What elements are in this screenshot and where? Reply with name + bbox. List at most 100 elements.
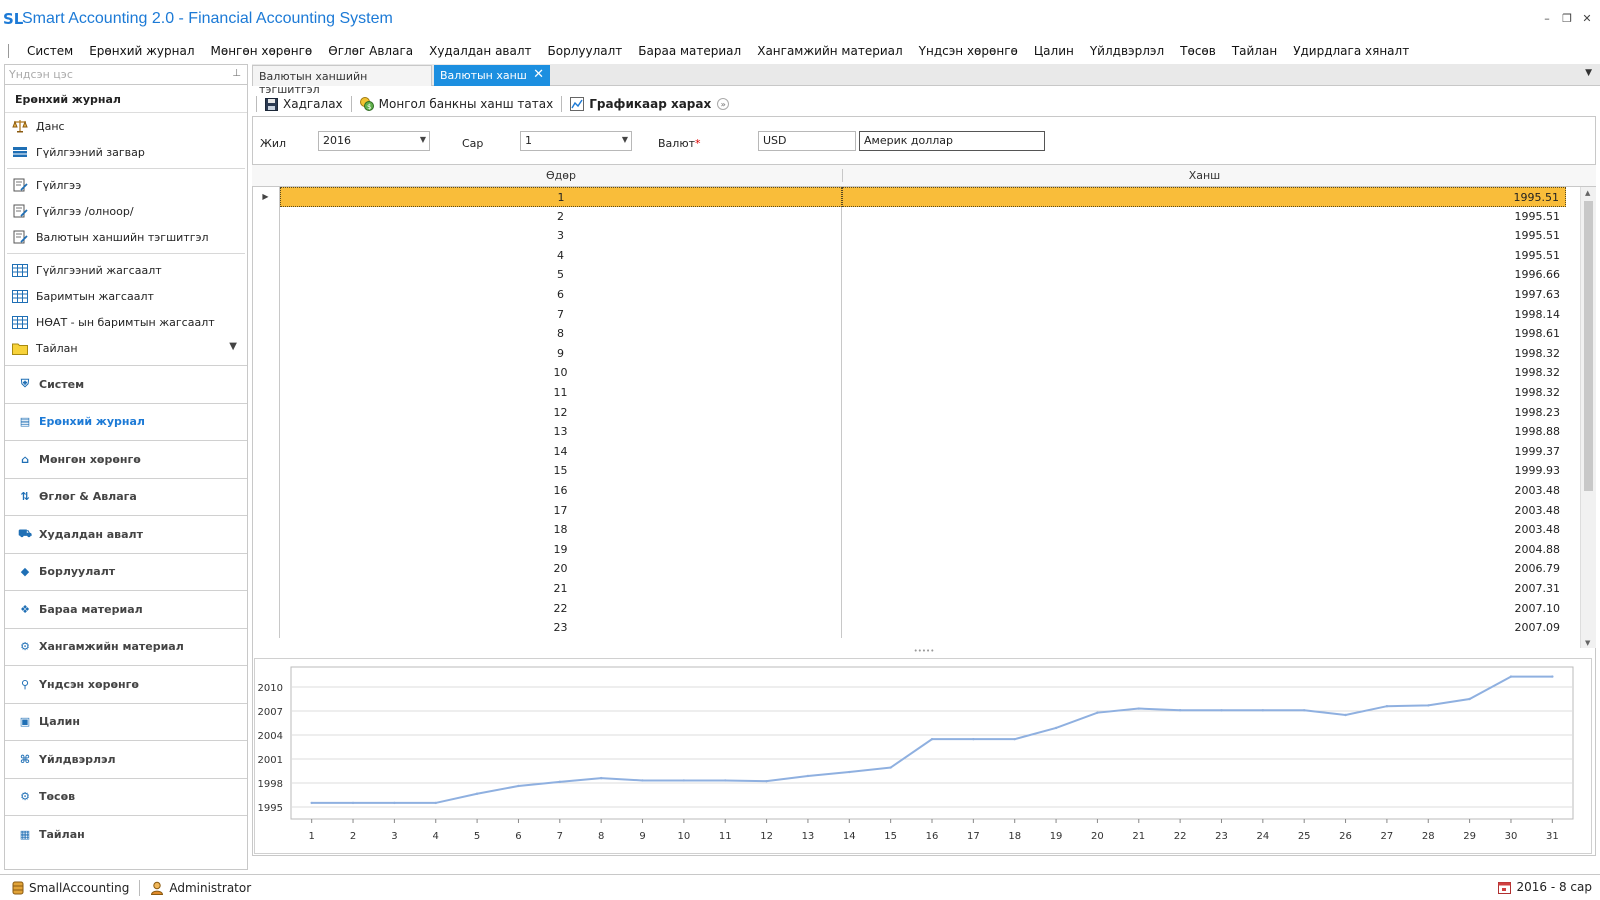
grid-scrollbar[interactable]: ▲ ▼: [1580, 187, 1596, 648]
fetch-rates-button[interactable]: $ Монгол банкны ханш татах: [359, 97, 553, 111]
cell-day[interactable]: 18: [280, 520, 842, 541]
table-row[interactable]: 3 1995.51: [252, 226, 1596, 247]
row-indicator[interactable]: [252, 226, 280, 247]
period-status[interactable]: 2016 - 8 сар: [1498, 880, 1592, 894]
cell-rate[interactable]: 1996.66: [842, 265, 1566, 285]
row-indicator[interactable]: [252, 441, 280, 462]
cell-day[interactable]: 1: [280, 187, 842, 207]
currency-code-field[interactable]: USD: [758, 131, 856, 151]
cell-rate[interactable]: 2003.48: [842, 501, 1566, 521]
restore-icon[interactable]: ❐: [1562, 12, 1572, 25]
column-header-day[interactable]: Өдөр: [280, 169, 842, 182]
row-indicator[interactable]: [252, 598, 280, 619]
currency-name-field[interactable]: Америк доллар: [859, 131, 1045, 151]
row-indicator[interactable]: [252, 539, 280, 560]
table-row[interactable]: ▶ 1 1995.51: [252, 187, 1596, 207]
row-indicator[interactable]: [252, 618, 280, 639]
left-panel-item[interactable]: Гүйлгээний загвар: [5, 139, 247, 165]
view-chart-button[interactable]: Графикаар харах »: [570, 97, 730, 111]
menu-item[interactable]: Бараа материал: [630, 44, 749, 58]
table-row[interactable]: 11 1998.32: [252, 383, 1596, 403]
close-tab-icon[interactable]: ✕: [533, 67, 544, 82]
row-indicator[interactable]: [252, 402, 280, 423]
more-options-icon[interactable]: »: [717, 98, 730, 110]
cell-rate[interactable]: 1998.32: [842, 383, 1566, 403]
cell-day[interactable]: 22: [280, 598, 842, 619]
menu-item[interactable]: Өглөг Авлага: [320, 44, 421, 58]
cell-rate[interactable]: 1995.51: [842, 226, 1566, 246]
menu-item[interactable]: Үйлдвэрлэл: [1082, 44, 1172, 58]
tab-dropdown-icon[interactable]: ▼: [1585, 68, 1592, 78]
module-nav-button[interactable]: ◆ Борлуулалт: [5, 552, 247, 590]
menu-item[interactable]: Худалдан авалт: [421, 44, 539, 58]
module-nav-button[interactable]: ▤ Ерөнхий журнал: [5, 402, 247, 440]
cell-day[interactable]: 7: [280, 304, 842, 325]
table-row[interactable]: 18 2003.48: [252, 520, 1596, 541]
cell-day[interactable]: 17: [280, 500, 842, 521]
row-indicator[interactable]: [252, 245, 280, 266]
scroll-down-icon[interactable]: ▼: [1585, 639, 1590, 647]
cell-day[interactable]: 8: [280, 324, 842, 345]
row-indicator[interactable]: [252, 206, 280, 227]
row-indicator[interactable]: [252, 265, 280, 286]
left-panel-item[interactable]: Тайлан: [5, 335, 247, 361]
table-row[interactable]: 14 1999.37: [252, 441, 1596, 462]
cell-day[interactable]: 6: [280, 285, 842, 305]
left-panel-item[interactable]: Данс: [5, 113, 247, 139]
module-nav-button[interactable]: ⚙ Төсөв: [5, 777, 247, 815]
cell-day[interactable]: 3: [280, 226, 842, 247]
cell-rate[interactable]: 2003.48: [842, 520, 1566, 540]
cell-day[interactable]: 19: [280, 539, 842, 560]
table-row[interactable]: 23 2007.09: [252, 618, 1596, 639]
module-nav-button[interactable]: ⛨ Систем: [5, 365, 247, 403]
scroll-up-icon[interactable]: ▲: [1585, 189, 1590, 197]
menu-item[interactable]: Ерөнхий журнал: [81, 44, 202, 58]
table-row[interactable]: 13 1998.88: [252, 422, 1596, 443]
cell-rate[interactable]: 1999.37: [842, 442, 1566, 462]
column-header-rate[interactable]: Ханш: [842, 169, 1566, 182]
row-indicator[interactable]: [252, 383, 280, 403]
module-nav-button[interactable]: ▣ Цалин: [5, 702, 247, 740]
cell-rate[interactable]: 2003.48: [842, 481, 1566, 501]
table-row[interactable]: 16 2003.48: [252, 481, 1596, 501]
menu-item[interactable]: Хангамжийн материал: [749, 44, 910, 58]
chevron-down-icon[interactable]: ▼: [420, 135, 426, 144]
cell-rate[interactable]: 1999.93: [842, 461, 1566, 481]
cell-day[interactable]: 10: [280, 363, 842, 384]
cell-day[interactable]: 11: [280, 383, 842, 403]
cell-rate[interactable]: 2004.88: [842, 540, 1566, 560]
table-row[interactable]: 8 1998.61: [252, 324, 1596, 345]
menu-item[interactable]: Удирдлага хяналт: [1285, 44, 1417, 58]
cell-rate[interactable]: 1995.51: [842, 187, 1566, 207]
cell-day[interactable]: 13: [280, 422, 842, 443]
table-row[interactable]: 4 1995.51: [252, 245, 1596, 266]
menu-item[interactable]: Мөнгөн хөрөнгө: [203, 44, 321, 58]
module-nav-button[interactable]: ⌘ Үйлдвэрлэл: [5, 740, 247, 778]
cell-rate[interactable]: 1998.88: [842, 422, 1566, 442]
row-indicator[interactable]: [252, 500, 280, 521]
cell-rate[interactable]: 1998.61: [842, 324, 1566, 344]
left-panel-item[interactable]: НӨАТ - ын баримтын жагсаалт: [5, 309, 247, 335]
row-indicator[interactable]: [252, 481, 280, 501]
cell-rate[interactable]: 1995.51: [842, 207, 1566, 227]
table-row[interactable]: 2 1995.51: [252, 206, 1596, 227]
year-select[interactable]: 2016 ▼: [318, 131, 430, 151]
save-button[interactable]: Хадгалах: [265, 97, 343, 111]
menu-item[interactable]: Борлуулалт: [540, 44, 631, 58]
row-indicator[interactable]: [252, 304, 280, 325]
cell-rate[interactable]: 1998.32: [842, 363, 1566, 383]
menu-item[interactable]: Тайлан: [1224, 44, 1285, 58]
cell-rate[interactable]: 2007.10: [842, 599, 1566, 619]
left-panel-item[interactable]: Баримтын жагсаалт: [5, 283, 247, 309]
menu-item[interactable]: Төсөв: [1172, 44, 1224, 58]
row-indicator[interactable]: [252, 324, 280, 345]
cell-rate[interactable]: 2007.09: [842, 618, 1566, 638]
table-row[interactable]: 10 1998.32: [252, 363, 1596, 384]
splitter-handle[interactable]: •••••: [252, 648, 1596, 655]
user-status[interactable]: Administrator: [150, 881, 251, 895]
table-row[interactable]: 9 1998.32: [252, 343, 1596, 364]
cell-rate[interactable]: 1995.51: [842, 246, 1566, 266]
cell-day[interactable]: 23: [280, 618, 842, 639]
table-row[interactable]: 7 1998.14: [252, 304, 1596, 325]
module-nav-button[interactable]: ⛟ Худалдан авалт: [5, 515, 247, 553]
